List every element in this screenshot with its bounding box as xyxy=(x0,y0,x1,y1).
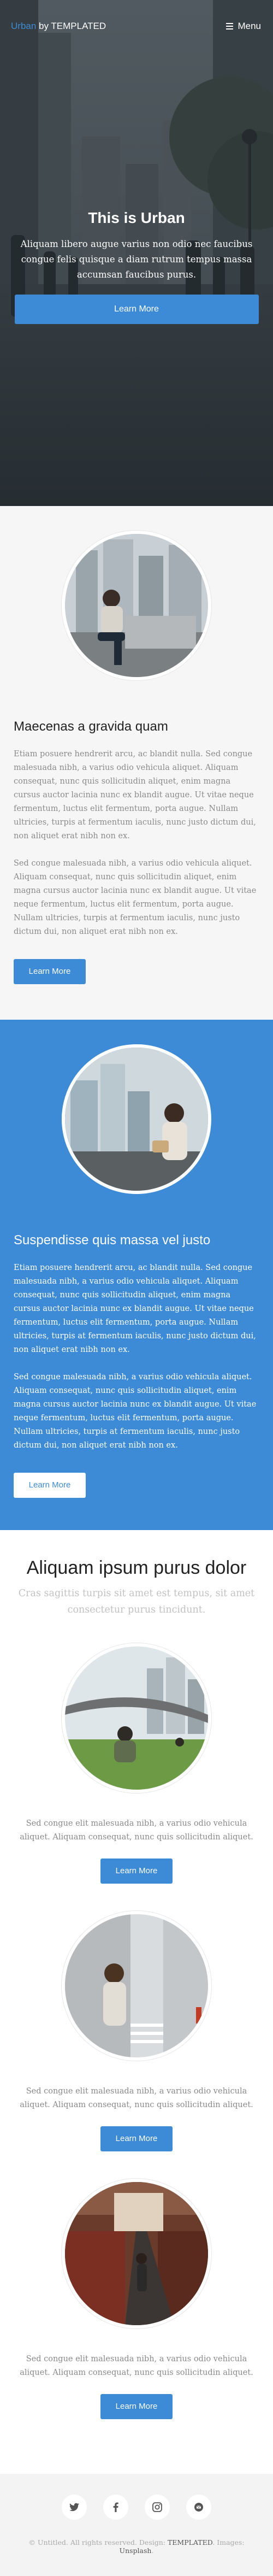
spotlight-2-title: Suspendisse quis massa vel justo xyxy=(14,1233,211,1248)
menu-button[interactable]: Menu xyxy=(226,21,261,32)
banner-title: This is Urban xyxy=(88,209,185,226)
feature-1-learn-more-button[interactable]: Learn More xyxy=(100,1859,173,1884)
feature-1-text: Sed congue elit malesuada nibh, a varius… xyxy=(20,1819,253,1842)
logo-brand[interactable]: Urban xyxy=(11,21,36,31)
images-prefix: . Images: xyxy=(212,2538,245,2546)
feature-3-image xyxy=(62,2179,211,2328)
envelope-icon[interactable] xyxy=(186,2495,211,2520)
feature-3-learn-more-button[interactable]: Learn More xyxy=(100,2394,173,2419)
menu-label: Menu xyxy=(238,21,261,31)
spotlight-1-title: Maecenas a gravida quam xyxy=(14,719,168,734)
site-footer: © Untitled. All rights reserved. Design:… xyxy=(0,2474,273,2576)
spotlight-section-1: Maecenas a gravida quam Etiam posuere he… xyxy=(0,506,273,1020)
hamburger-icon xyxy=(226,23,234,30)
banner: This is Urban Aliquam libero augue variu… xyxy=(0,0,273,506)
feature-item: Sed congue elit malesuada nibh, a varius… xyxy=(14,2179,259,2419)
images-link[interactable]: Unsplash xyxy=(120,2546,152,2555)
features-section: Aliquam ipsum purus dolor Cras sagittis … xyxy=(0,1530,273,2474)
spotlight-1-learn-more-button[interactable]: Learn More xyxy=(14,959,86,984)
spotlight-1-image xyxy=(62,531,211,680)
logo-suffix: by TEMPLATED xyxy=(36,21,106,31)
twitter-icon[interactable] xyxy=(62,2495,87,2520)
feature-1-image xyxy=(62,1643,211,1793)
spotlight-2-image xyxy=(62,1044,211,1194)
spotlight-2-paragraph-2: Sed congue malesuada nibh, a varius odio… xyxy=(14,1373,257,1450)
feature-item: Sed congue elit malesuada nibh, a varius… xyxy=(14,1643,259,1884)
spotlight-2-paragraph-1: Etiam posuere hendrerit arcu, ac blandit… xyxy=(14,1263,256,1354)
site-header: Urban by TEMPLATED Menu xyxy=(0,0,273,52)
design-link[interactable]: TEMPLATED xyxy=(168,2538,212,2546)
spotlight-1-paragraph-1: Etiam posuere hendrerit arcu, ac blandit… xyxy=(14,750,256,840)
features-subtitle: Cras sagittis turpis sit amet est tempus… xyxy=(18,1588,255,1615)
logo[interactable]: Urban by TEMPLATED xyxy=(11,21,106,32)
feature-item: Sed congue elit malesuada nibh, a varius… xyxy=(14,1911,259,2151)
copyright: © Untitled. All rights reserved. Design:… xyxy=(11,2538,262,2555)
copyright-suffix: . xyxy=(151,2546,154,2555)
banner-learn-more-button[interactable]: Learn More xyxy=(14,295,259,324)
banner-text: Aliquam libero augue varius non odio nec… xyxy=(20,239,253,280)
social-links xyxy=(11,2495,262,2520)
spotlight-section-2: Suspendisse quis massa vel justo Etiam p… xyxy=(0,1020,273,1530)
banner-content: This is Urban Aliquam libero augue variu… xyxy=(0,209,273,324)
instagram-icon[interactable] xyxy=(145,2495,170,2520)
feature-2-learn-more-button[interactable]: Learn More xyxy=(100,2126,173,2151)
feature-2-text: Sed congue elit malesuada nibh, a varius… xyxy=(20,2087,253,2109)
spotlight-2-learn-more-button[interactable]: Learn More xyxy=(14,1473,86,1498)
spotlight-1-paragraph-2: Sed congue malesuada nibh, a varius odio… xyxy=(14,859,257,936)
copyright-prefix: © Untitled. All rights reserved. Design: xyxy=(28,2538,168,2546)
features-title: Aliquam ipsum purus dolor xyxy=(26,1557,247,1578)
facebook-icon[interactable] xyxy=(103,2495,128,2520)
feature-2-image xyxy=(62,1911,211,2061)
feature-3-text: Sed congue elit malesuada nibh, a varius… xyxy=(20,2355,253,2377)
